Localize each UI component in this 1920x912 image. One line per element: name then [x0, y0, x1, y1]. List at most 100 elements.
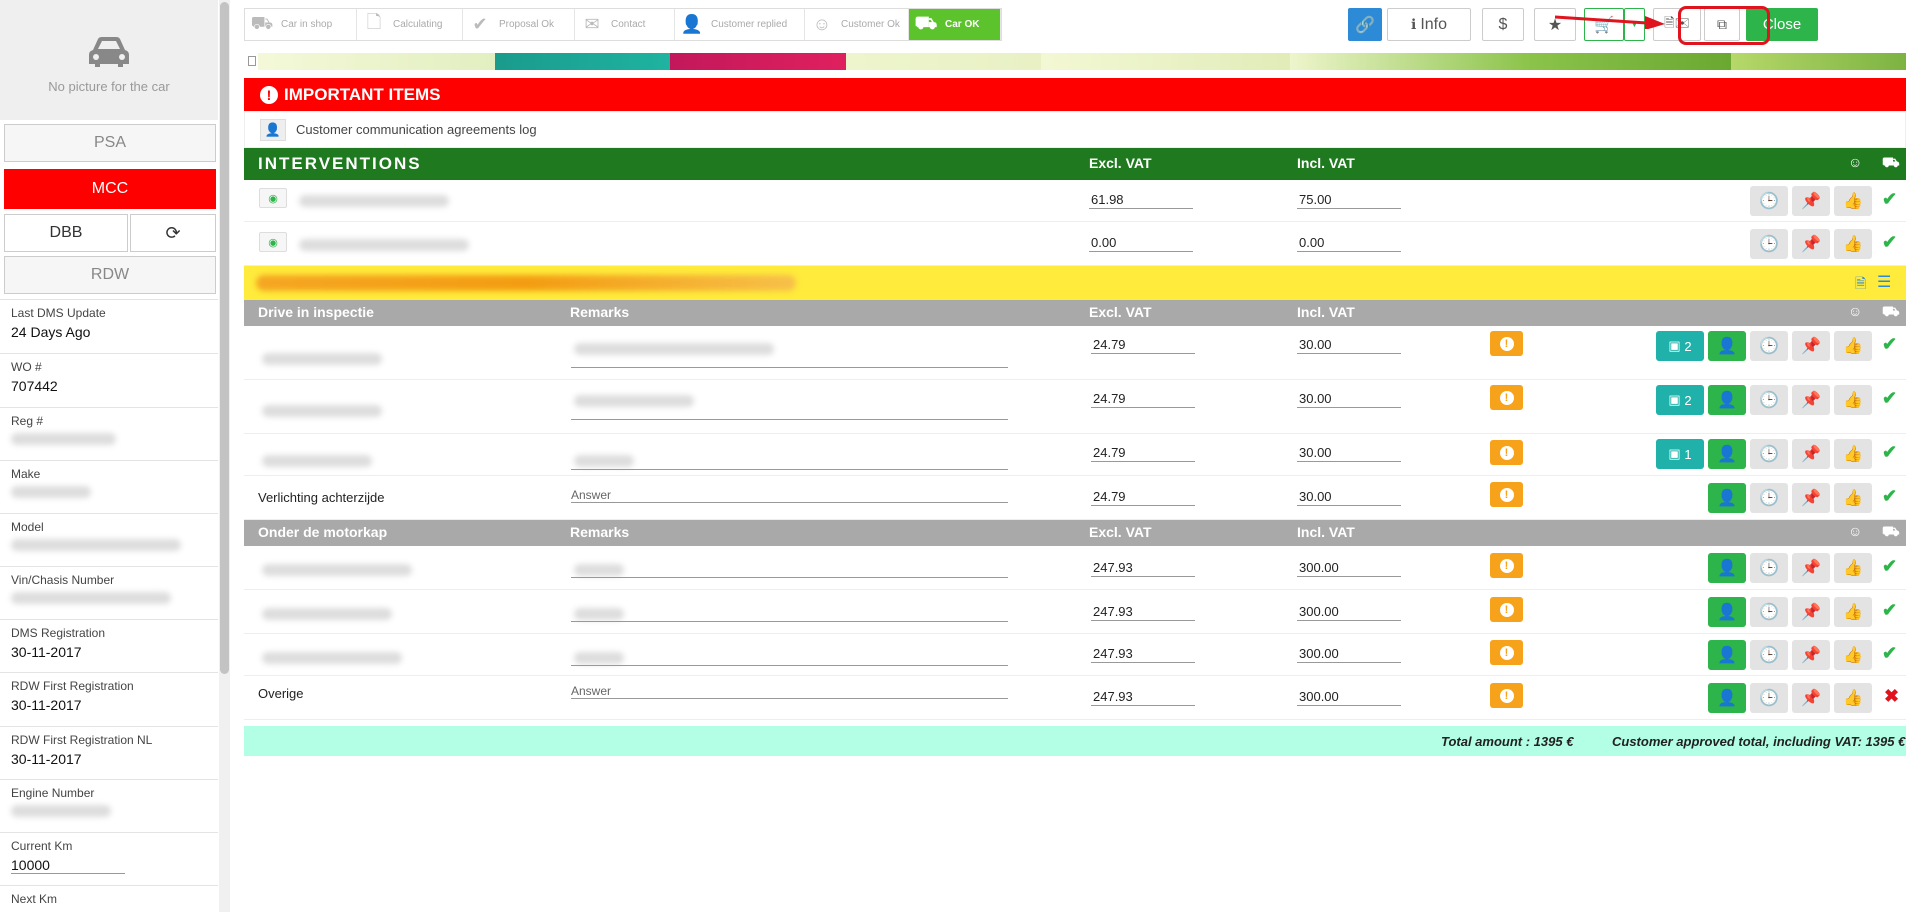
warning-button[interactable]: ! — [1490, 331, 1523, 356]
warning-button[interactable]: ! — [1490, 553, 1523, 578]
step-contact[interactable]: ✉ Contact — [575, 9, 675, 40]
thumbs-up-button[interactable]: 👍 — [1834, 186, 1872, 216]
remark-input[interactable] — [571, 568, 1008, 578]
thumbs-up-button[interactable]: 👍 — [1834, 331, 1872, 361]
incl-vat-input[interactable]: 300.00 — [1297, 689, 1401, 706]
sidebar-scrollbar-thumb[interactable] — [220, 2, 229, 674]
incl-vat-input[interactable]: 300.00 — [1297, 646, 1401, 663]
incl-vat-input[interactable]: 75.00 — [1297, 192, 1401, 209]
pin-button[interactable]: 📌 — [1792, 229, 1830, 259]
clock-button[interactable]: 🕒 — [1750, 186, 1788, 216]
thumbs-up-button[interactable]: 👍 — [1834, 683, 1872, 713]
excl-vat-input[interactable]: 247.93 — [1091, 604, 1195, 621]
assign-user-button[interactable]: 👤 — [1708, 553, 1746, 583]
info-button[interactable]: ℹ Info — [1387, 8, 1471, 41]
pin-button[interactable]: 📌 — [1792, 553, 1830, 583]
warning-button[interactable]: ! — [1490, 440, 1523, 465]
dbb-button[interactable]: DBB — [4, 214, 128, 252]
excl-vat-input[interactable]: 24.79 — [1091, 337, 1195, 354]
incl-vat-input[interactable]: 30.00 — [1297, 337, 1401, 354]
assign-user-button[interactable]: 👤 — [1708, 385, 1746, 415]
excl-vat-input[interactable]: 24.79 — [1091, 445, 1195, 462]
warning-button[interactable]: ! — [1490, 385, 1523, 410]
refresh-button[interactable]: ⟳ — [130, 214, 216, 252]
thumbs-up-button[interactable]: 👍 — [1834, 640, 1872, 670]
pin-button[interactable]: 📌 — [1792, 439, 1830, 469]
clock-button[interactable]: 🕒 — [1750, 640, 1788, 670]
remark-input[interactable]: Answer — [571, 488, 1008, 503]
warning-button[interactable]: ! — [1490, 597, 1523, 622]
remark-input[interactable]: Answer — [571, 684, 1008, 699]
step-car-ok[interactable]: ⛟ Car OK — [909, 9, 1001, 40]
step-customer-replied[interactable]: 👤 Customer replied — [675, 9, 805, 40]
remark-input[interactable] — [571, 410, 1008, 420]
photos-button[interactable]: ▣ 2 — [1656, 331, 1704, 361]
excl-vat-input[interactable]: 247.93 — [1091, 646, 1195, 663]
pin-button[interactable]: 📌 — [1792, 597, 1830, 627]
clock-button[interactable]: 🕒 — [1750, 439, 1788, 469]
incl-vat-input[interactable]: 30.00 — [1297, 445, 1401, 462]
remark-input[interactable] — [571, 612, 1008, 622]
excl-vat-input[interactable]: 24.79 — [1091, 391, 1195, 408]
clock-button[interactable]: 🕒 — [1750, 553, 1788, 583]
warning-button[interactable]: ! — [1490, 640, 1523, 665]
excl-vat-input[interactable]: 247.93 — [1091, 689, 1195, 706]
eye-icon[interactable]: ◉ — [259, 232, 287, 252]
excl-vat-input[interactable]: 61.98 — [1089, 192, 1193, 209]
assign-user-button[interactable]: 👤 — [1708, 439, 1746, 469]
pin-button[interactable]: 📌 — [1792, 483, 1830, 513]
remark-input[interactable] — [571, 460, 1008, 470]
pdf-icon[interactable]: 🗎 — [1855, 273, 1866, 297]
excl-vat-input[interactable]: 0.00 — [1089, 235, 1193, 252]
incl-vat-input[interactable]: 30.00 — [1297, 489, 1401, 506]
photos-button[interactable]: ▣ 1 — [1656, 439, 1704, 469]
step-proposal-ok[interactable]: ✔ Proposal Ok — [463, 9, 575, 40]
thumbs-up-button[interactable]: 👍 — [1834, 385, 1872, 415]
thumbs-up-button[interactable]: 👍 — [1834, 229, 1872, 259]
clock-button[interactable]: 🕒 — [1750, 483, 1788, 513]
link-button[interactable]: 🔗 — [1348, 8, 1382, 41]
thumbs-up-button[interactable]: 👍 — [1834, 439, 1872, 469]
assign-user-button[interactable]: 👤 — [1708, 331, 1746, 361]
psa-button[interactable]: PSA — [4, 124, 216, 162]
dollar-button[interactable]: $ — [1482, 8, 1524, 41]
warning-button[interactable]: ! — [1490, 683, 1523, 708]
pin-button[interactable]: 📌 — [1792, 683, 1830, 713]
communication-log-link[interactable]: 👤 Customer communication agreements log — [244, 111, 1906, 148]
clock-button[interactable]: 🕒 — [1750, 331, 1788, 361]
thumbs-up-button[interactable]: 👍 — [1834, 483, 1872, 513]
pin-button[interactable]: 📌 — [1792, 186, 1830, 216]
field-vin: Vin/Chasis Number — [0, 566, 218, 619]
remark-input[interactable] — [571, 358, 1008, 368]
list-icon[interactable]: ☰ — [1877, 272, 1891, 292]
clock-button[interactable]: 🕒 — [1750, 229, 1788, 259]
assign-user-button[interactable]: 👤 — [1708, 483, 1746, 513]
pin-button[interactable]: 📌 — [1792, 331, 1830, 361]
step-calculating[interactable]: 🗋 Calculating — [357, 9, 463, 40]
assign-user-button[interactable]: 👤 — [1708, 640, 1746, 670]
step-car-in-shop[interactable]: ⛟ Car in shop — [245, 9, 357, 40]
incl-vat-input[interactable]: 300.00 — [1297, 604, 1401, 621]
pin-button[interactable]: 📌 — [1792, 640, 1830, 670]
incl-vat-input[interactable]: 30.00 — [1297, 391, 1401, 408]
incl-vat-input[interactable]: 0.00 — [1297, 235, 1401, 252]
clock-button[interactable]: 🕒 — [1750, 385, 1788, 415]
thumbs-up-button[interactable]: 👍 — [1834, 553, 1872, 583]
pin-button[interactable]: 📌 — [1792, 385, 1830, 415]
clock-button[interactable]: 🕒 — [1750, 597, 1788, 627]
thumbs-up-button[interactable]: 👍 — [1834, 597, 1872, 627]
current-km-input[interactable]: 10000 — [11, 857, 125, 874]
clock-button[interactable]: 🕒 — [1750, 683, 1788, 713]
warning-button[interactable]: ! — [1490, 482, 1523, 507]
rdw-button[interactable]: RDW — [4, 256, 216, 294]
step-customer-ok[interactable]: ☺ Customer Ok — [805, 9, 909, 40]
remark-input[interactable] — [571, 656, 1008, 666]
assign-user-button[interactable]: 👤 — [1708, 683, 1746, 713]
excl-vat-input[interactable]: 24.79 — [1091, 489, 1195, 506]
incl-vat-input[interactable]: 300.00 — [1297, 560, 1401, 577]
photos-button[interactable]: ▣ 2 — [1656, 385, 1704, 415]
mcc-button[interactable]: MCC — [4, 169, 216, 209]
excl-vat-input[interactable]: 247.93 — [1091, 560, 1195, 577]
assign-user-button[interactable]: 👤 — [1708, 597, 1746, 627]
eye-icon[interactable]: ◉ — [259, 188, 287, 208]
